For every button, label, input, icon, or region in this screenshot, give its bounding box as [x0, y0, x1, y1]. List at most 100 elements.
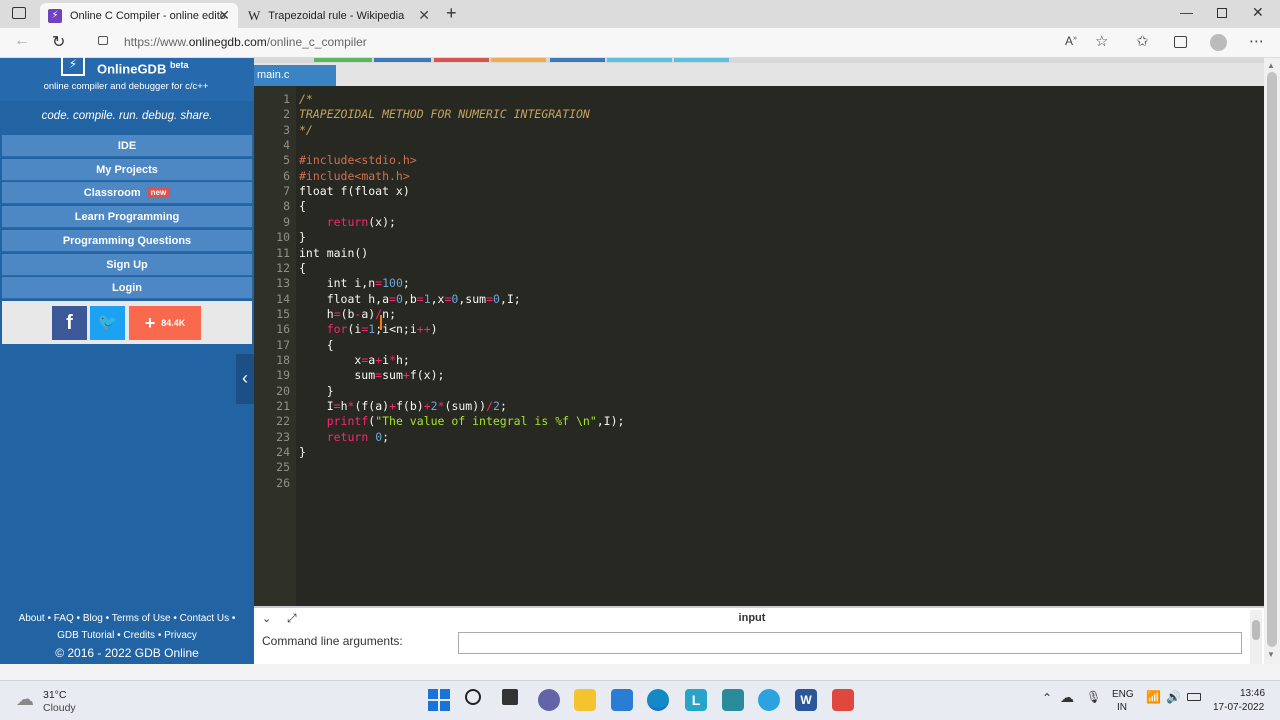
sidebar-item-my-projects[interactable]: My Projects	[2, 159, 252, 181]
weather-icon[interactable]: ☁	[16, 689, 34, 710]
code-line[interactable]: /*	[299, 92, 313, 107]
word-icon[interactable]: W	[795, 689, 817, 711]
store-icon[interactable]	[611, 689, 633, 711]
teams-chat-icon[interactable]	[538, 689, 560, 711]
onedrive-icon[interactable]: ☁	[1060, 689, 1074, 706]
sidebar-item-sign-up[interactable]: Sign Up	[2, 254, 252, 276]
brand-text: OnlineGDB	[97, 61, 167, 77]
brand-name[interactable]: OnlineGDB beta	[97, 60, 188, 76]
lock-icon[interactable]	[98, 36, 108, 45]
code-line[interactable]: return(x);	[299, 215, 396, 230]
brand-area: ⚡ OnlineGDB beta online compiler and deb…	[0, 56, 254, 101]
sidebar-item-learn-programming[interactable]: Learn Programming	[2, 206, 252, 228]
scroll-down-icon[interactable]: ▼	[1267, 650, 1275, 659]
search-icon[interactable]	[465, 689, 481, 705]
twitter-share-button[interactable]: 🐦	[90, 306, 125, 340]
sidebar-item-login[interactable]: Login	[2, 277, 252, 299]
code-line[interactable]: x=a+i*h;	[299, 353, 409, 368]
favorites-icon[interactable]: ✩	[1136, 32, 1149, 50]
battery-icon[interactable]	[1187, 693, 1201, 701]
favorite-add-icon[interactable]: ☆	[1095, 32, 1108, 50]
code-line[interactable]: {	[299, 261, 306, 276]
scroll-up-icon[interactable]: ▲	[1267, 61, 1275, 70]
tab-onlinegdb[interactable]: ⚡ Online C Compiler - online edito ✕	[40, 3, 238, 28]
sidebar-item-classroom[interactable]: Classroom new	[2, 182, 252, 204]
close-window-icon[interactable]: ✕	[1252, 4, 1264, 21]
footer-links-1[interactable]: About • FAQ • Blog • Terms of Use • Cont…	[0, 613, 254, 624]
lang-code[interactable]: ENG	[1112, 689, 1134, 700]
new-tab-icon[interactable]: +	[446, 3, 457, 24]
code-line[interactable]: #include<stdio.h>	[299, 153, 417, 168]
code-line[interactable]: int main()	[299, 246, 368, 261]
more-menu-icon[interactable]: ⋯	[1249, 32, 1264, 50]
code-line[interactable]: printf("The value of integral is %f \n",…	[299, 414, 625, 429]
task-view-icon[interactable]	[502, 689, 518, 705]
code-line[interactable]: return 0;	[299, 430, 389, 445]
code-line[interactable]: }	[299, 445, 306, 460]
url-prefix: https://www.	[124, 35, 189, 49]
toolbar-accent-5	[550, 58, 605, 62]
windows-taskbar: ☁ 31°C Cloudy L W ⌃ ☁ 🎙 ENG IN 📶 🔊 13:46…	[0, 680, 1280, 720]
app-teal-icon[interactable]	[722, 689, 744, 711]
cmd-args-input[interactable]	[458, 632, 1242, 654]
code-area[interactable]: /* TRAPEZOIDAL METHOD FOR NUMERIC INTEGRA…	[254, 86, 1264, 606]
read-aloud-icon[interactable]: A»	[1065, 34, 1077, 48]
app-l-icon[interactable]: L	[685, 689, 707, 711]
code-line[interactable]: */	[299, 123, 313, 138]
onlinegdb-logo-icon[interactable]: ⚡	[61, 56, 85, 76]
close-tab-icon[interactable]: ✕	[418, 7, 430, 24]
code-line[interactable]: sum=sum+f(x);	[299, 368, 444, 383]
code-line[interactable]: }	[299, 230, 306, 245]
footer-links-2[interactable]: GDB Tutorial • Credits • Privacy	[0, 630, 254, 641]
facebook-share-button[interactable]: f	[52, 306, 87, 340]
refresh-icon[interactable]: ↻	[52, 32, 65, 52]
minimize-icon[interactable]: —	[1180, 5, 1193, 20]
tab-actions-icon[interactable]	[12, 7, 26, 19]
code-line[interactable]: I=h*(f(a)+f(b)+2*(sum))/2;	[299, 399, 507, 414]
scroll-thumb[interactable]	[1267, 72, 1277, 647]
back-icon[interactable]: ←	[14, 32, 30, 50]
lang-region[interactable]: IN	[1117, 702, 1127, 713]
panel-scroll-thumb[interactable]	[1252, 620, 1260, 640]
page-scrollbar[interactable]: ▲ ▼	[1264, 58, 1280, 664]
volume-icon[interactable]: 🔊	[1166, 690, 1181, 704]
collections-icon[interactable]	[1174, 36, 1187, 48]
sidebar-item-ide[interactable]: IDE	[2, 135, 252, 157]
new-badge: new	[146, 187, 171, 198]
code-line[interactable]: float h,a=0,b=1,x=0,sum=0,I;	[299, 292, 521, 307]
start-icon[interactable]	[428, 689, 450, 711]
wifi-icon[interactable]: 📶	[1146, 690, 1161, 704]
clock-time[interactable]: 13:46	[1240, 688, 1265, 699]
clock-date[interactable]: 17-07-2022	[1213, 702, 1264, 713]
collapse-sidebar-button[interactable]: ‹	[236, 354, 254, 404]
addthis-share-button[interactable]: + 84.4K	[129, 306, 201, 340]
recorder-icon[interactable]	[832, 689, 854, 711]
code-line[interactable]: float f(float x)	[299, 184, 410, 199]
code-line[interactable]: {	[299, 338, 334, 353]
code-line[interactable]: TRAPEZOIDAL METHOD FOR NUMERIC INTEGRATI…	[299, 107, 590, 122]
panel-scrollbar[interactable]	[1250, 610, 1262, 664]
url-host: onlinegdb.com	[188, 35, 267, 49]
profile-avatar[interactable]	[1210, 34, 1227, 51]
tab-wikipedia[interactable]: W Trapezoidal rule - Wikipedia ✕	[240, 3, 438, 28]
code-line[interactable]: }	[299, 384, 334, 399]
code-line[interactable]: {	[299, 199, 306, 214]
sidebar-item-programming-questions[interactable]: Programming Questions	[2, 230, 252, 252]
url-field[interactable]: https://www.onlinegdb.com/online_c_compi…	[124, 35, 367, 49]
code-line[interactable]: #include<math.h>	[299, 169, 410, 184]
toolbar-accent-4	[491, 58, 546, 62]
telegram-icon[interactable]	[758, 689, 780, 711]
edge-icon[interactable]	[647, 689, 669, 711]
toolbar-accent-7	[674, 58, 729, 62]
cmd-args-label: Command line arguments:	[262, 634, 403, 648]
maximize-icon[interactable]	[1217, 8, 1227, 18]
brand-tagline: online compiler and debugger for c/c++	[43, 81, 209, 92]
file-explorer-icon[interactable]	[574, 689, 596, 711]
show-hidden-icons[interactable]: ⌃	[1042, 691, 1052, 705]
code-editor[interactable]: main.c 1 2 3 4 5 6 7 8 9 10 11 12 13 14 15 16 17 18 19 20 21…	[254, 58, 1264, 606]
code-line[interactable]: int i,n=100;	[299, 276, 410, 291]
code-line[interactable]: for(i=1;i<n;i++)	[299, 322, 438, 337]
close-tab-icon[interactable]: ✕	[218, 7, 230, 24]
microphone-icon[interactable]: 🎙	[1086, 690, 1101, 704]
file-tab-main-c[interactable]: main.c	[254, 65, 336, 86]
